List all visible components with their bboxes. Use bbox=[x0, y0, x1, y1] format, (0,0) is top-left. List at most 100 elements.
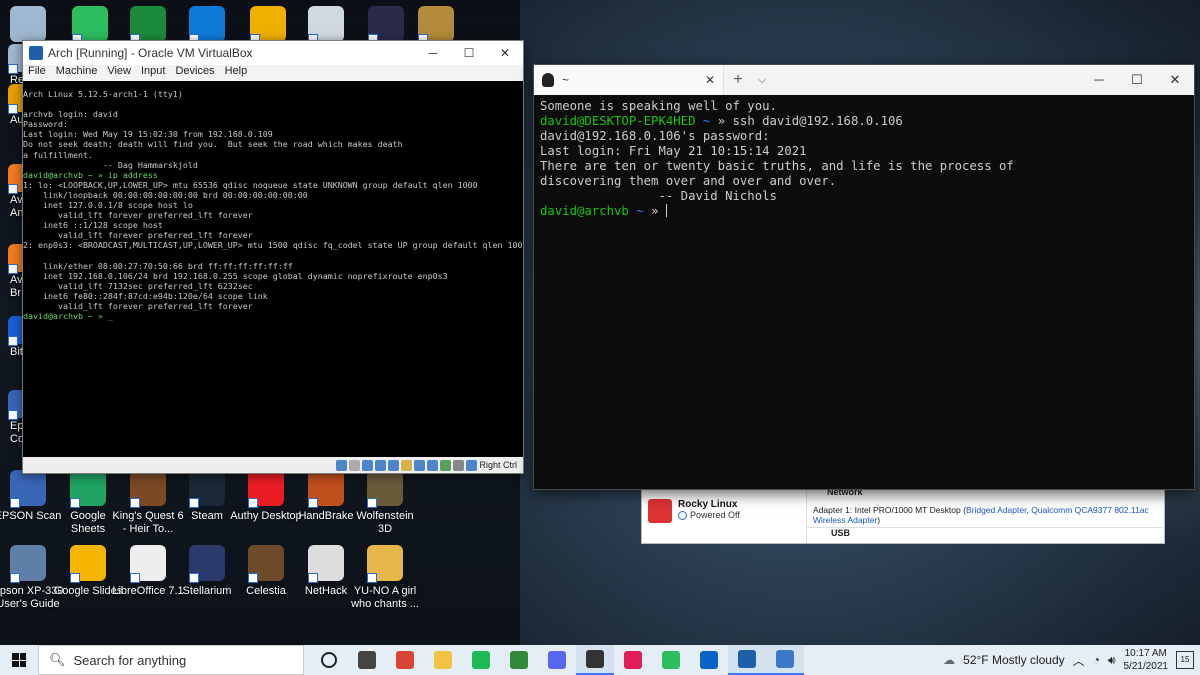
display-icon[interactable] bbox=[414, 459, 426, 471]
app-shortcut-icon bbox=[367, 545, 403, 583]
menu-item-view[interactable]: View bbox=[107, 65, 131, 81]
taskbar-button[interactable] bbox=[462, 645, 500, 675]
console-line: inet 127.0.0.1/8 scope host lo bbox=[23, 200, 193, 211]
app-shortcut-icon bbox=[248, 470, 284, 508]
notification-center-icon[interactable]: 15 bbox=[1176, 651, 1194, 669]
optical-icon[interactable] bbox=[349, 459, 361, 471]
audio-icon[interactable] bbox=[362, 459, 374, 471]
control-panel-icon bbox=[308, 6, 344, 44]
console-line: inet6 fe80::284f:87cd:e94b:120e/64 scope… bbox=[23, 290, 268, 301]
taskbar-button[interactable] bbox=[576, 645, 614, 675]
taskbar-button[interactable] bbox=[386, 645, 424, 675]
desktop-shortcut[interactable]: YU-NO A girl who chants ... bbox=[349, 545, 421, 610]
virtualbox-vm-window[interactable]: Arch [Running] - Oracle VM VirtualBox ─ … bbox=[22, 40, 524, 474]
menu-item-file[interactable]: File bbox=[28, 65, 46, 81]
search-icon: 🔍︎ bbox=[49, 652, 66, 667]
taskbar-button[interactable] bbox=[652, 645, 690, 675]
terminal-line: There are ten or twenty basic truths, an… bbox=[540, 159, 1188, 174]
cat-game-icon bbox=[368, 6, 404, 44]
console-line: Password: bbox=[23, 119, 68, 130]
taskbar-apps bbox=[310, 645, 804, 675]
start-button[interactable] bbox=[0, 645, 38, 675]
taskbar-button[interactable] bbox=[500, 645, 538, 675]
cpu-icon[interactable] bbox=[440, 459, 452, 471]
adapter-mode-link[interactable]: Bridged Adapter bbox=[966, 505, 1027, 515]
close-icon[interactable]: ✕ bbox=[487, 46, 523, 60]
minimize-icon[interactable]: ─ bbox=[1080, 72, 1118, 88]
chrome-icon bbox=[396, 651, 414, 669]
keyboard-capture-icon[interactable] bbox=[466, 459, 478, 471]
taskbar-button[interactable] bbox=[348, 645, 386, 675]
minimize-icon[interactable]: ─ bbox=[415, 46, 451, 60]
taskbar-button[interactable] bbox=[614, 645, 652, 675]
terminal-line: david@archvb ~ » bbox=[540, 204, 1188, 219]
terminal-text: Last login: Fri May 21 10:15:14 2021 bbox=[540, 144, 807, 158]
vm-console[interactable]: Arch Linux 5.12.5-arch1-1 (tty1) archvb … bbox=[23, 81, 523, 465]
power-icon bbox=[678, 510, 687, 520]
app-shortcut-icon bbox=[10, 470, 46, 508]
terminal-tab[interactable]: ~ ✕ bbox=[534, 65, 724, 95]
hdd-icon[interactable] bbox=[336, 459, 348, 471]
menu-item-machine[interactable]: Machine bbox=[56, 65, 98, 81]
taskbar-button[interactable] bbox=[690, 645, 728, 675]
taskbar-button[interactable] bbox=[424, 645, 462, 675]
taskbar-button[interactable] bbox=[310, 645, 348, 675]
app-shortcut-icon bbox=[70, 545, 106, 583]
virtualbox-icon bbox=[738, 650, 756, 668]
file-explorer-icon bbox=[434, 651, 452, 669]
app-shortcut-icon bbox=[70, 470, 106, 508]
app-shortcut-icon bbox=[10, 545, 46, 583]
console-line: inet 192.168.0.106/24 brd 192.168.0.255 … bbox=[23, 270, 448, 281]
pdf-icon bbox=[250, 6, 286, 44]
maximize-icon[interactable]: ☐ bbox=[451, 46, 487, 60]
usb-icon[interactable] bbox=[388, 459, 400, 471]
console-line: -- Dag Hammarskjold bbox=[23, 159, 198, 170]
recording-icon[interactable] bbox=[427, 459, 439, 471]
taskbar-button[interactable] bbox=[728, 645, 766, 675]
app-shortcut-icon bbox=[130, 470, 166, 508]
shared-folder-icon[interactable] bbox=[401, 459, 413, 471]
taskbar-search[interactable]: 🔍︎ Search for anything bbox=[38, 645, 304, 675]
weather-label[interactable]: 52°F Mostly cloudy bbox=[963, 653, 1065, 667]
console-line: david@archvb ~ » _ bbox=[23, 311, 113, 322]
new-tab-icon[interactable]: + bbox=[724, 71, 752, 89]
chevron-up-icon[interactable]: ︿ bbox=[1073, 652, 1085, 669]
vbox-vm-icon bbox=[776, 650, 794, 668]
mouse-icon[interactable] bbox=[453, 459, 465, 471]
system-tray: ☁ 52°F Mostly cloudy ︿ ◔ 🔊︎ 10:17 AM 5/2… bbox=[943, 647, 1200, 673]
terminal-line: david@192.168.0.106's password: bbox=[540, 129, 1188, 144]
search-placeholder: Search for anything bbox=[73, 652, 187, 668]
vm-details: Network Adapter 1: Intel PRO/1000 MT Des… bbox=[806, 487, 1163, 543]
network-icon[interactable] bbox=[375, 459, 387, 471]
usb-header[interactable]: USB bbox=[807, 527, 1163, 541]
menu-item-input[interactable]: Input bbox=[141, 65, 165, 81]
console-line: valid_lft forever preferred_lft forever bbox=[23, 210, 253, 221]
desktop-shortcut[interactable]: Wolfenstein 3D bbox=[349, 470, 421, 535]
windows-terminal[interactable]: ~ ✕ + ⌵ ─ ☐ ✕ Someone is speaking well o… bbox=[533, 64, 1195, 490]
terminal-text: » ssh david@192.168.0.106 bbox=[717, 114, 903, 128]
app-shortcut-icon bbox=[248, 545, 284, 583]
vm-entry-rocky[interactable]: Rocky Linux Powered Off bbox=[648, 499, 798, 527]
wifi-icon[interactable]: ◔ bbox=[1093, 653, 1100, 667]
maximize-icon[interactable]: ☐ bbox=[1118, 72, 1156, 88]
menu-item-devices[interactable]: Devices bbox=[175, 65, 214, 81]
vbox-menubar: File Machine View Input Devices Help bbox=[23, 65, 523, 81]
clock[interactable]: 10:17 AM 5/21/2021 bbox=[1124, 647, 1169, 673]
mail-icon bbox=[700, 651, 718, 669]
close-icon[interactable]: ✕ bbox=[1156, 72, 1194, 88]
weather-icon[interactable]: ☁ bbox=[943, 653, 955, 667]
vm-os-icon bbox=[648, 499, 672, 523]
taskbar-button[interactable] bbox=[538, 645, 576, 675]
vbox-titlebar[interactable]: Arch [Running] - Oracle VM VirtualBox ─ … bbox=[23, 41, 523, 65]
taskbar-button[interactable] bbox=[766, 645, 804, 675]
cortana-icon bbox=[321, 652, 337, 668]
console-line: link/ether 08:00:27:70:50:66 brd ff:ff:f… bbox=[23, 260, 293, 271]
folder-icon bbox=[418, 6, 454, 44]
chevron-down-icon[interactable]: ⌵ bbox=[752, 74, 772, 87]
menu-item-help[interactable]: Help bbox=[225, 65, 248, 81]
tab-close-icon[interactable]: ✕ bbox=[705, 73, 715, 87]
app-shortcut-icon bbox=[308, 470, 344, 508]
terminal-output[interactable]: Someone is speaking well of you. david@DE… bbox=[534, 95, 1194, 223]
volume-icon[interactable]: 🔊︎ bbox=[1108, 653, 1116, 668]
